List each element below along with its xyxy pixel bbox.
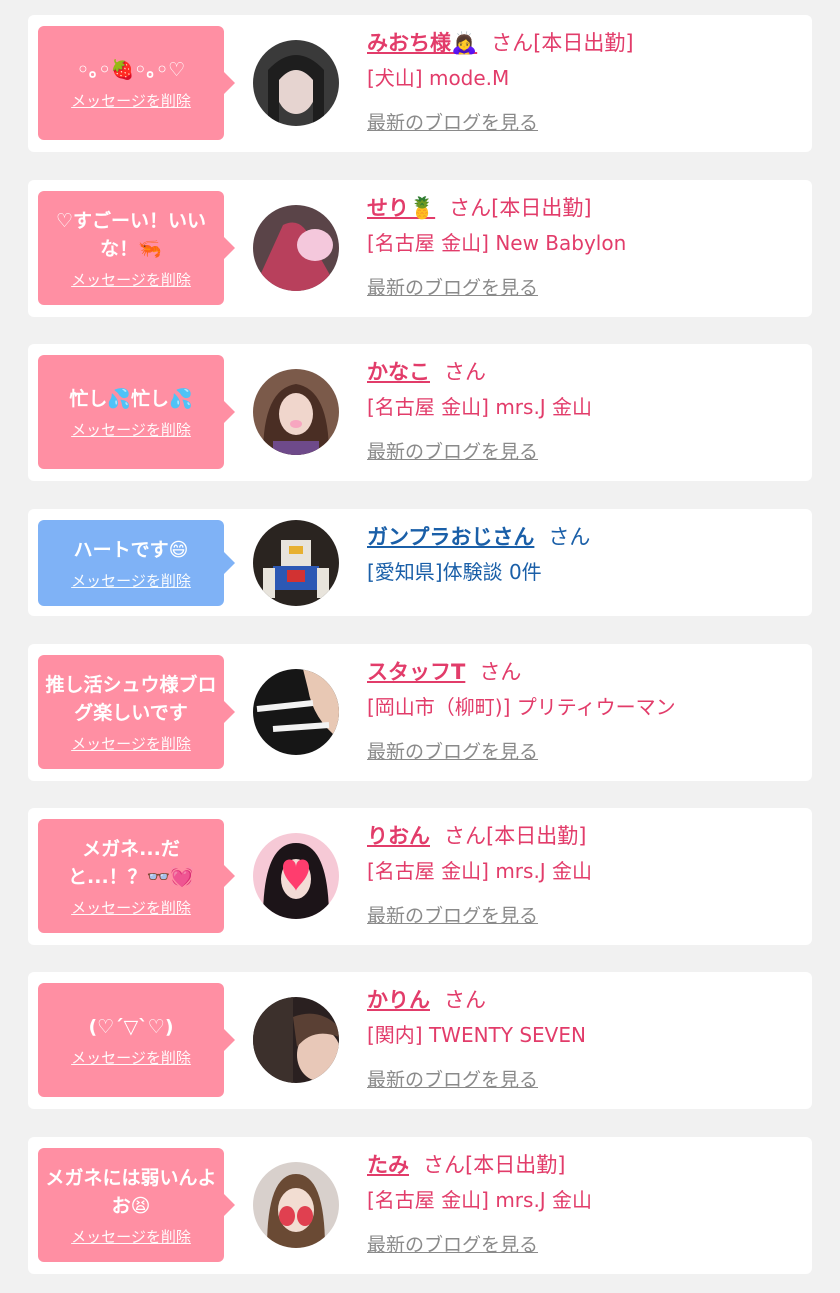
user-name-link[interactable]: ガンプラおじさん [367, 525, 534, 549]
avatar[interactable] [253, 205, 339, 291]
message-text: 推し活シュウ様ブログ楽しいです [45, 673, 217, 724]
avatar[interactable] [253, 40, 339, 126]
message-text: メガネには弱いんよお😫 [45, 1166, 217, 1217]
message-text: ハートです😄 [73, 538, 189, 561]
shop-location: [岡山市（柳町)] プリティウーマン [367, 695, 676, 719]
list-item: ◦｡◦🍓◦｡◦♡ メッセージを削除 みおち様🙇‍♀️ さん[本日出勤] [犬山] … [28, 15, 812, 152]
latest-blog-link[interactable]: 最新のブログを見る [367, 1066, 797, 1094]
user-suffix: さん [444, 988, 486, 1012]
latest-blog-link[interactable]: 最新のブログを見る [367, 902, 797, 930]
user-suffix: さん [479, 660, 522, 684]
message-bubble: (♡´▽`♡) メッセージを削除 [38, 983, 235, 1097]
message-text: メガネ...だと...！？👓💓 [68, 837, 194, 888]
list-item: ハートです😄 メッセージを削除 ガンプラおじさん さん [愛知県]体験談 0件 [28, 509, 812, 616]
list-item: 忙し💦忙し💦 メッセージを削除 かなこ さん [名古屋 金山] mrs.J 金山 … [28, 344, 812, 481]
user-suffix: さん [548, 525, 591, 549]
delete-message-link[interactable]: メッセージを削除 [71, 1226, 191, 1247]
message-list: ◦｡◦🍓◦｡◦♡ メッセージを削除 みおち様🙇‍♀️ さん[本日出勤] [犬山] … [0, 0, 840, 1293]
message-bubble: ◦｡◦🍓◦｡◦♡ メッセージを削除 [38, 26, 235, 140]
latest-blog-link[interactable]: 最新のブログを見る [367, 738, 797, 766]
shop-location: [名古屋 金山] New Babylon [367, 231, 627, 255]
message-bubble: メガネ...だと...！？👓💓 メッセージを削除 [38, 819, 235, 933]
avatar[interactable] [253, 1162, 339, 1248]
user-name-link[interactable]: かりん [367, 988, 430, 1012]
message-bubble: メガネには弱いんよお😫 メッセージを削除 [38, 1148, 235, 1262]
list-item: ♡すごーい！いいな！🦐 メッセージを削除 せり🍍 さん[本日出勤] [名古屋 金山… [28, 180, 812, 317]
user-suffix: さん[本日出勤] [491, 31, 634, 55]
message-text: 忙し💦忙し💦 [69, 387, 193, 410]
message-text: (♡´▽`♡) [88, 1015, 174, 1038]
user-suffix: さん [444, 360, 486, 384]
avatar[interactable] [253, 669, 339, 755]
user-name-link[interactable]: りおん [367, 824, 430, 848]
user-name-link[interactable]: みおち様🙇‍♀️ [367, 31, 477, 55]
message-bubble: ハートです😄 メッセージを削除 [38, 520, 235, 606]
delete-message-link[interactable]: メッセージを削除 [71, 897, 191, 918]
latest-blog-link[interactable]: 最新のブログを見る [367, 1231, 797, 1259]
list-item: 推し活シュウ様ブログ楽しいです メッセージを削除 スタッフT さん [岡山市（柳町… [28, 644, 812, 781]
latest-blog-link[interactable]: 最新のブログを見る [367, 438, 797, 466]
shop-location: [関内] TWENTY SEVEN [367, 1023, 586, 1047]
user-name-link[interactable]: たみ [367, 1153, 409, 1177]
delete-message-link[interactable]: メッセージを削除 [71, 269, 191, 290]
user-name-link[interactable]: せり🍍 [367, 196, 435, 220]
shop-location: [名古屋 金山] mrs.J 金山 [367, 859, 593, 883]
shop-location: [名古屋 金山] mrs.J 金山 [367, 1188, 593, 1212]
avatar[interactable] [253, 520, 339, 606]
review-count: [愛知県]体験談 0件 [367, 560, 542, 584]
avatar[interactable] [253, 369, 339, 455]
list-item: メガネ...だと...！？👓💓 メッセージを削除 りおん さん[本日出勤] [名古… [28, 808, 812, 945]
list-item: (♡´▽`♡) メッセージを削除 かりん さん [関内] TWENTY SEVEN… [28, 972, 812, 1109]
delete-message-link[interactable]: メッセージを削除 [71, 90, 191, 111]
message-bubble: 推し活シュウ様ブログ楽しいです メッセージを削除 [38, 655, 235, 769]
message-bubble: ♡すごーい！いいな！🦐 メッセージを削除 [38, 191, 235, 305]
avatar[interactable] [253, 997, 339, 1083]
user-suffix: さん[本日出勤] [444, 824, 587, 848]
message-text: ◦｡◦🍓◦｡◦♡ [76, 58, 186, 81]
delete-message-link[interactable]: メッセージを削除 [71, 419, 191, 440]
delete-message-link[interactable]: メッセージを削除 [71, 1047, 191, 1068]
latest-blog-link[interactable]: 最新のブログを見る [367, 109, 797, 137]
message-text: ♡すごーい！いいな！🦐 [55, 209, 207, 260]
delete-message-link[interactable]: メッセージを削除 [71, 733, 191, 754]
user-name-link[interactable]: かなこ [367, 360, 430, 384]
avatar[interactable] [253, 833, 339, 919]
message-bubble: 忙し💦忙し💦 メッセージを削除 [38, 355, 235, 469]
user-name-link[interactable]: スタッフT [367, 660, 465, 684]
user-suffix: さん[本日出勤] [449, 196, 592, 220]
list-item: メガネには弱いんよお😫 メッセージを削除 たみ さん[本日出勤] [名古屋 金山]… [28, 1137, 812, 1274]
latest-blog-link[interactable]: 最新のブログを見る [367, 274, 797, 302]
shop-location: [犬山] mode.M [367, 66, 510, 90]
user-suffix: さん[本日出勤] [423, 1153, 566, 1177]
delete-message-link[interactable]: メッセージを削除 [71, 570, 191, 591]
shop-location: [名古屋 金山] mrs.J 金山 [367, 395, 593, 419]
